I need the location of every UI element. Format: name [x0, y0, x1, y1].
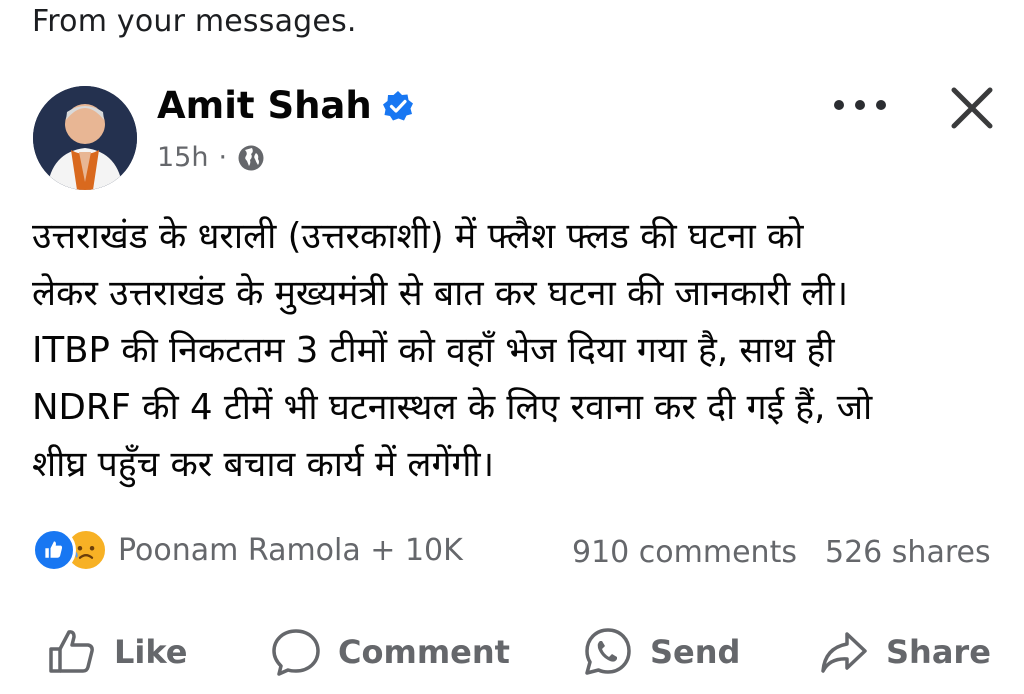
globe-icon — [238, 145, 264, 170]
author-avatar[interactable] — [33, 86, 137, 190]
post-text: उत्तराखंड के धराली (उत्तरकाशी) में फ्लैश… — [32, 208, 992, 493]
post-text-line: उत्तराखंड के धराली (उत्तरकाशी) में फ्लैश… — [32, 216, 804, 257]
like-reaction-icon — [32, 528, 76, 572]
thumbs-up-icon — [49, 630, 94, 673]
reactions-summary[interactable]: Poonam Ramola + 10K — [32, 528, 463, 572]
share-arrow-icon — [821, 632, 867, 673]
context-header: From your messages. — [32, 4, 357, 39]
comment-button[interactable]: Comment — [270, 622, 510, 682]
whatsapp-send-icon — [585, 628, 631, 675]
comments-count[interactable]: 910 comments — [572, 535, 797, 570]
dot — [876, 100, 886, 110]
more-options-icon[interactable] — [832, 90, 888, 120]
comment-label: Comment — [338, 633, 510, 671]
shares-count[interactable]: 526 shares — [825, 535, 991, 570]
post-text-line: लेकर उत्तराखंड के मुख्यमंत्री से बात कर … — [32, 273, 849, 314]
like-label: Like — [114, 633, 188, 671]
author-name-row[interactable]: Amit Shah — [157, 84, 414, 127]
post-text-line: शीघ्र पहुँच कर बचाव कार्य में लगेंगी। — [32, 444, 495, 485]
post-text-line: NDRF की 4 टीमें भी घटनास्थल के लिए रवाना… — [32, 387, 873, 428]
meta-separator: · — [218, 142, 228, 173]
send-button[interactable]: Send — [582, 622, 740, 682]
post-time[interactable]: 15h — [157, 142, 208, 173]
avatar-image — [33, 86, 137, 190]
close-icon[interactable] — [946, 82, 998, 134]
comment-icon — [272, 629, 320, 676]
share-label: Share — [886, 633, 991, 671]
share-button[interactable]: Share — [818, 622, 991, 682]
dot — [834, 100, 844, 110]
reactors-text[interactable]: Poonam Ramola + 10K — [118, 533, 463, 568]
dot — [855, 100, 865, 110]
author-name[interactable]: Amit Shah — [157, 84, 372, 127]
post-meta: 15h · — [157, 142, 265, 173]
verified-badge-icon — [382, 90, 413, 120]
send-label: Send — [650, 633, 741, 671]
post-text-line: ITBP की निकटतम 3 टीमों को वहाँ भेज दिया … — [32, 330, 835, 371]
like-button[interactable]: Like — [46, 622, 187, 682]
